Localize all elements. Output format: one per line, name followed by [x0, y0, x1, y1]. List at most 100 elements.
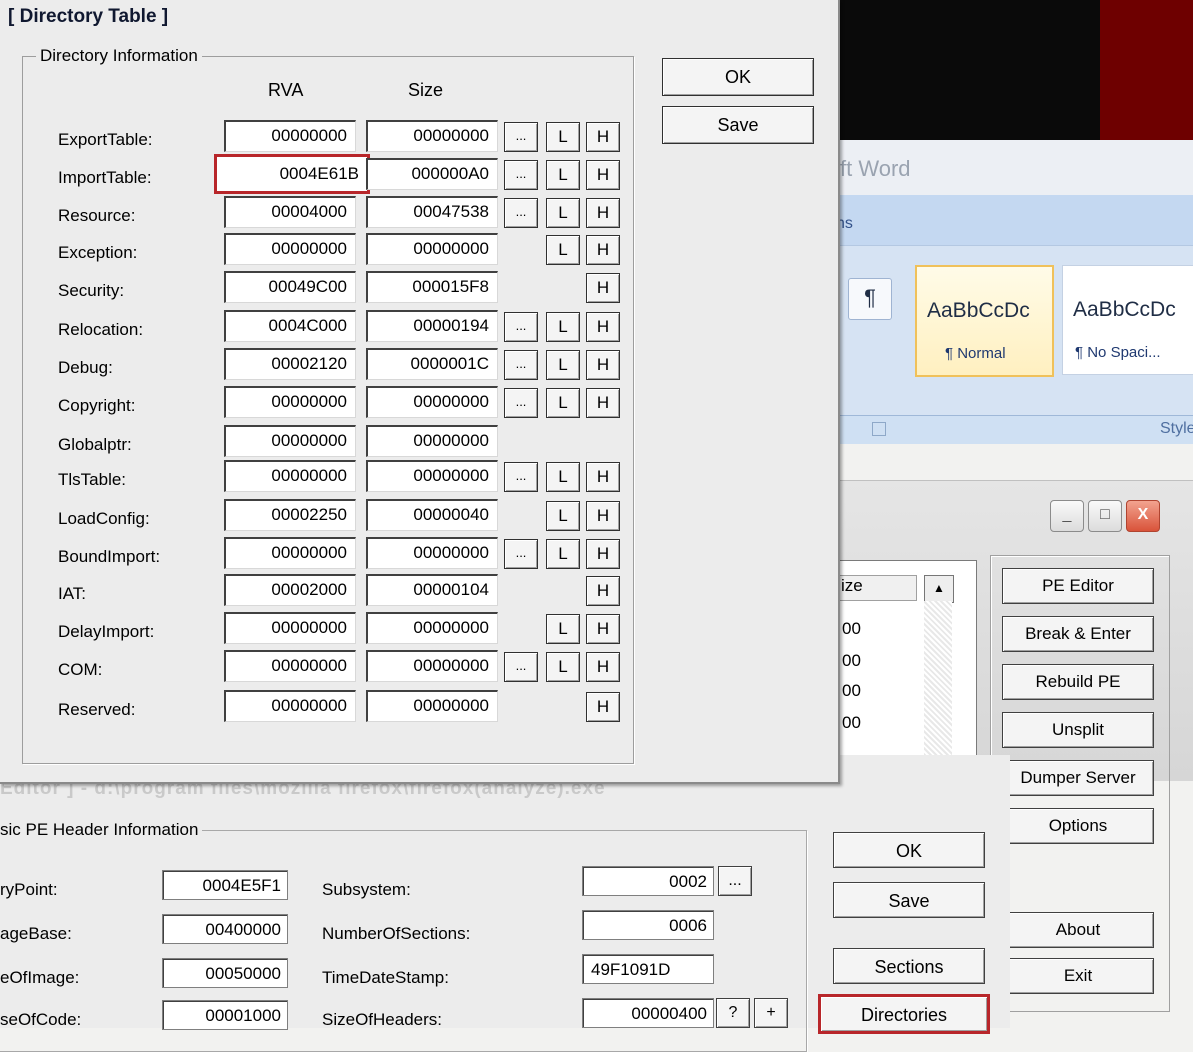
style-normal[interactable]: AaBbCcDc ¶ Normal	[915, 265, 1054, 377]
dir-size-field-iat[interactable]: 00000104	[366, 574, 498, 606]
exit-button[interactable]: Exit	[1002, 958, 1154, 994]
dir-l-button[interactable]: L	[546, 501, 580, 531]
dir-l-button[interactable]: L	[546, 122, 580, 152]
scroll-up-icon[interactable]: ▲	[924, 575, 954, 603]
size-of-image-field[interactable]: 00050000	[162, 958, 288, 988]
image-base-field[interactable]: 00400000	[162, 914, 288, 944]
dir-browse-button[interactable]: ...	[504, 652, 538, 682]
unsplit-button[interactable]: Unsplit	[1002, 712, 1154, 748]
dir-l-button[interactable]: L	[546, 614, 580, 644]
directories-button[interactable]: Directories	[818, 994, 990, 1034]
dir-size-field-resource[interactable]: 00047538	[366, 196, 498, 228]
dir-browse-button[interactable]: ...	[504, 198, 538, 228]
entry-point-field[interactable]: 0004E5F1	[162, 870, 288, 900]
help-button[interactable]: ?	[716, 998, 750, 1028]
dir-rva-field-delayimport[interactable]: 00000000	[224, 612, 356, 644]
dir-rva-field-com[interactable]: 00000000	[224, 650, 356, 682]
style-no-spacing[interactable]: AaBbCcDc ¶ No Spaci...	[1062, 265, 1193, 375]
dir-size-field-security[interactable]: 000015F8	[366, 271, 498, 303]
dir-rva-field-debug[interactable]: 00002120	[224, 348, 356, 380]
dir-size-field-delayimport[interactable]: 00000000	[366, 612, 498, 644]
size-of-headers-field[interactable]: 00000400	[582, 998, 714, 1028]
dir-rva-field-loadconfig[interactable]: 00002250	[224, 499, 356, 531]
dir-rva-field-boundimport[interactable]: 00000000	[224, 537, 356, 569]
dir-rva-field-globalptr[interactable]: 00000000	[224, 425, 356, 457]
dir-h-button[interactable]: H	[586, 235, 620, 265]
list-item[interactable]: 00	[842, 681, 861, 701]
dir-l-button[interactable]: L	[546, 462, 580, 492]
dir-l-button[interactable]: L	[546, 539, 580, 569]
add-button[interactable]: +	[754, 998, 788, 1028]
dir-browse-button[interactable]: ...	[504, 388, 538, 418]
dir-size-field-importtable[interactable]: 000000A0	[366, 158, 498, 190]
pe-save-button[interactable]: Save	[833, 882, 985, 918]
dir-h-button[interactable]: H	[586, 198, 620, 228]
list-item[interactable]: 00	[842, 619, 861, 639]
dir-h-button[interactable]: H	[586, 539, 620, 569]
dir-size-field-boundimport[interactable]: 00000000	[366, 537, 498, 569]
dir-h-button[interactable]: H	[586, 692, 620, 722]
dir-h-button[interactable]: H	[586, 576, 620, 606]
dir-size-field-exporttable[interactable]: 00000000	[366, 120, 498, 152]
dir-size-field-copyright[interactable]: 00000000	[366, 386, 498, 418]
subsystem-field[interactable]: 0002	[582, 866, 714, 896]
time-date-stamp-field[interactable]: 49F1091D	[582, 954, 714, 984]
dumper-server-button[interactable]: Dumper Server	[1002, 760, 1154, 796]
save-button[interactable]: Save	[662, 106, 814, 144]
dir-rva-field-exporttable[interactable]: 00000000	[224, 120, 356, 152]
dir-rva-field-exception[interactable]: 00000000	[224, 233, 356, 265]
rebuild-pe-button[interactable]: Rebuild PE	[1002, 664, 1154, 700]
base-of-code-field[interactable]: 00001000	[162, 1000, 288, 1030]
pe-ok-button[interactable]: OK	[833, 832, 985, 868]
dir-l-button[interactable]: L	[546, 312, 580, 342]
dir-browse-button[interactable]: ...	[504, 160, 538, 190]
dir-h-button[interactable]: H	[586, 614, 620, 644]
dir-l-button[interactable]: L	[546, 350, 580, 380]
dir-l-button[interactable]: L	[546, 198, 580, 228]
dir-rva-field-relocation[interactable]: 0004C000	[224, 310, 356, 342]
list-item[interactable]: 00	[842, 651, 861, 671]
dir-h-button[interactable]: H	[586, 273, 620, 303]
dir-l-button[interactable]: L	[546, 388, 580, 418]
dir-rva-field-importtable[interactable]: 0004E61B	[214, 154, 370, 194]
pe-editor-button[interactable]: PE Editor	[1002, 568, 1154, 604]
dir-rva-field-security[interactable]: 00049C00	[224, 271, 356, 303]
show-formatting-marks-button[interactable]: ¶	[848, 278, 892, 320]
dir-browse-button[interactable]: ...	[504, 462, 538, 492]
dir-l-button[interactable]: L	[546, 235, 580, 265]
dir-h-button[interactable]: H	[586, 462, 620, 492]
about-button[interactable]: About	[1002, 912, 1154, 948]
close-icon[interactable]: X	[1126, 500, 1160, 532]
dir-h-button[interactable]: H	[586, 350, 620, 380]
dir-browse-button[interactable]: ...	[504, 350, 538, 380]
dir-browse-button[interactable]: ...	[504, 539, 538, 569]
break-and-enter-button[interactable]: Break & Enter	[1002, 616, 1154, 652]
dir-rva-field-resource[interactable]: 00004000	[224, 196, 356, 228]
options-button[interactable]: Options	[1002, 808, 1154, 844]
dir-h-button[interactable]: H	[586, 388, 620, 418]
dir-size-field-com[interactable]: 00000000	[366, 650, 498, 682]
dir-rva-field-copyright[interactable]: 00000000	[224, 386, 356, 418]
number-of-sections-field[interactable]: 0006	[582, 910, 714, 940]
minimize-icon[interactable]: _	[1050, 500, 1084, 532]
dir-size-field-tlstable[interactable]: 00000000	[366, 460, 498, 492]
dir-h-button[interactable]: H	[586, 160, 620, 190]
dir-rva-field-reserved[interactable]: 00000000	[224, 690, 356, 722]
dir-l-button[interactable]: L	[546, 652, 580, 682]
dir-h-button[interactable]: H	[586, 652, 620, 682]
subsystem-browse-button[interactable]: ...	[718, 866, 752, 896]
dir-h-button[interactable]: H	[586, 501, 620, 531]
dir-size-field-globalptr[interactable]: 00000000	[366, 425, 498, 457]
dir-size-field-relocation[interactable]: 00000194	[366, 310, 498, 342]
dir-rva-field-iat[interactable]: 00002000	[224, 574, 356, 606]
dir-h-button[interactable]: H	[586, 312, 620, 342]
list-item[interactable]: 00	[842, 713, 861, 733]
ok-button[interactable]: OK	[662, 58, 814, 96]
dir-rva-field-tlstable[interactable]: 00000000	[224, 460, 356, 492]
dir-size-field-reserved[interactable]: 00000000	[366, 690, 498, 722]
maximize-icon[interactable]: □	[1088, 500, 1122, 532]
section-list[interactable]: ize ▲ 00 00 00 00	[835, 560, 977, 762]
dialog-launcher-icon[interactable]	[872, 422, 886, 436]
scrollbar-track[interactable]	[924, 601, 952, 761]
dir-browse-button[interactable]: ...	[504, 312, 538, 342]
